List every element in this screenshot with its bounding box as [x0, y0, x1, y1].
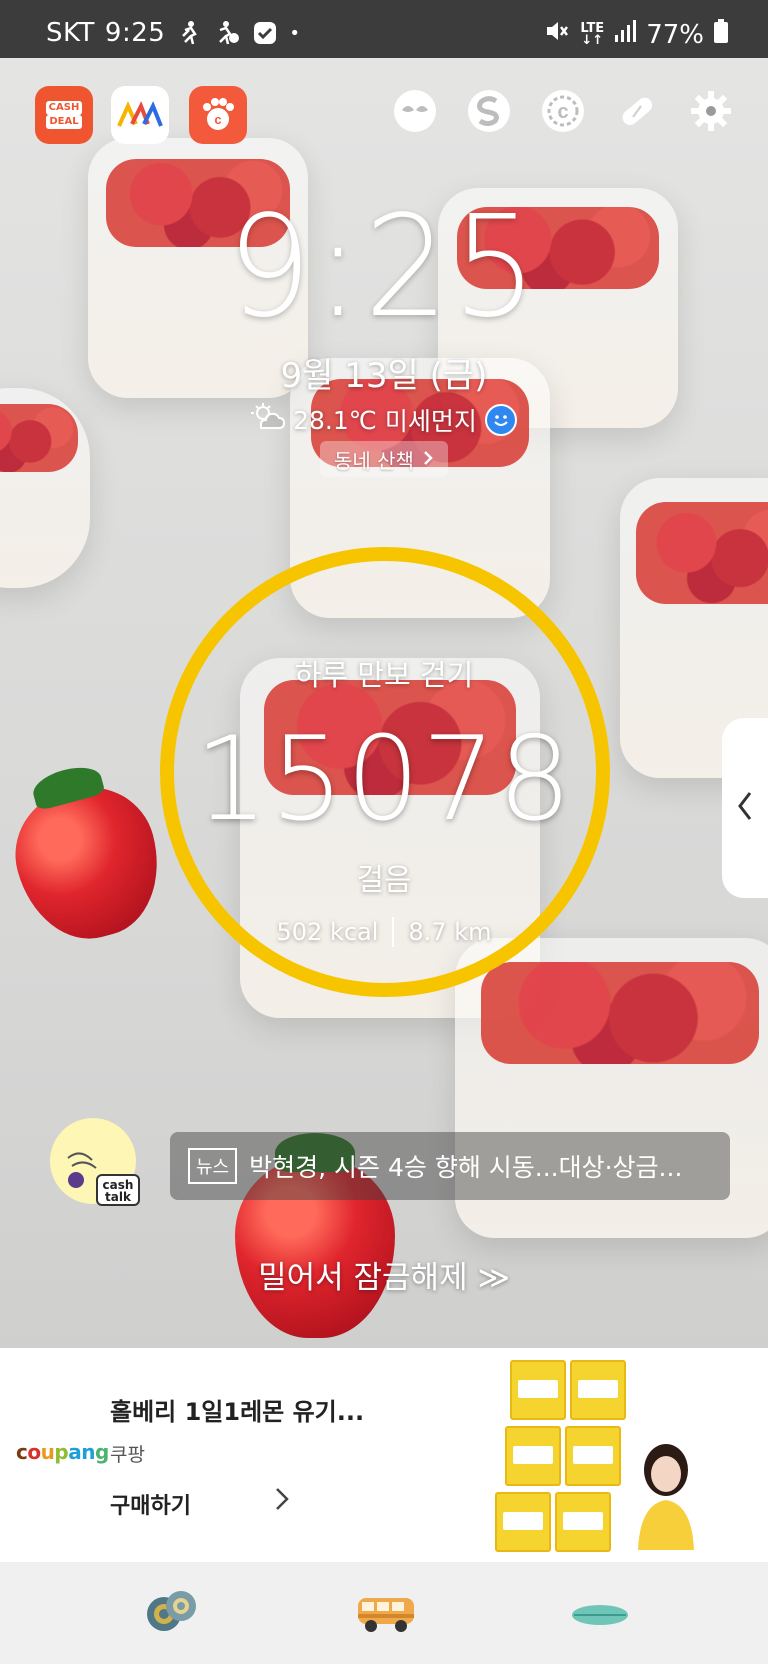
signal-icon [614, 19, 637, 50]
partly-cloudy-icon [251, 403, 286, 437]
cashtalk-button[interactable]: cash talk [50, 1118, 140, 1206]
battery-percent: 77% [646, 19, 704, 50]
s-logo-icon[interactable] [466, 88, 512, 134]
gear-icon[interactable] [688, 88, 734, 134]
news-badge: 뉴스 [188, 1148, 238, 1184]
svg-text:c: c [557, 101, 568, 123]
swipe-to-unlock-hint[interactable]: 밀어서 잠금해제 ≫ [0, 1252, 768, 1297]
dot-icon: • [289, 22, 301, 44]
weather-widget[interactable]: 28.1℃ 미세먼지 [0, 402, 768, 438]
news-headline: 박현경, 시즌 4승 향해 시동...대상·상금... [249, 1153, 683, 1182]
walk-chip-label: 동네 산책 [334, 448, 414, 473]
carrier-label: SKT [46, 18, 95, 48]
news-ticker[interactable]: 뉴스 박현경, 시즌 4승 향해 시동...대상·상금... [170, 1132, 730, 1200]
van-icon[interactable] [356, 1594, 416, 1638]
c-coin-icon[interactable]: c [540, 88, 586, 134]
surfboard-icon[interactable] [570, 1600, 630, 1634]
runner-icon [175, 19, 203, 47]
battery-icon [714, 19, 728, 50]
lockscreen-clock: 9:25 [227, 186, 541, 349]
buy-button[interactable]: 구매하기 [110, 1488, 191, 1520]
distance-value: 8.7 km [408, 918, 492, 946]
step-count: 15078 [194, 712, 574, 847]
cashtalk-tag: cash talk [96, 1174, 140, 1206]
coins-icon[interactable] [144, 1588, 200, 1638]
mute-icon [544, 18, 570, 51]
pill-icon[interactable] [614, 88, 660, 134]
chevron-right-icon [422, 447, 434, 471]
ad-title[interactable]: 홀베리 1일1레몬 유기... [110, 1392, 364, 1427]
coupang-logo: coupang [16, 1440, 109, 1464]
status-time: 9:25 [104, 18, 166, 48]
step-unit: 걸음 [356, 863, 412, 898]
lte-icon: LTE ↓↑ [580, 20, 605, 48]
model-photo [630, 1440, 702, 1550]
status-bar: SKT 9:25 • LTE ↓↑ 77% [0, 0, 768, 58]
svg-text:c: c [214, 112, 221, 127]
dust-label: 미세먼지 [384, 407, 477, 436]
edge-panel-handle[interactable] [722, 718, 768, 898]
chevron-right-icon[interactable] [274, 1486, 290, 1516]
cashdeal-app[interactable]: CASH DEAL [35, 86, 93, 144]
stats-divider [392, 917, 395, 947]
step-stats: 502 kcal 8.7 km [0, 917, 768, 947]
mask-icon[interactable] [392, 88, 438, 134]
lockscreen-date: 9월 13일 (금) [280, 356, 488, 396]
kcal-value: 502 kcal [276, 918, 379, 946]
step-challenge-title: 하루 만보 걷기 [294, 658, 474, 692]
shield-check-icon [251, 19, 279, 47]
cash-runner-icon [213, 19, 241, 47]
smiley-icon [484, 404, 517, 436]
chevron-left-icon [736, 790, 754, 826]
ad-seller: 쿠팡 [110, 1444, 145, 1466]
paw-app[interactable]: c [189, 86, 247, 144]
mmm-app[interactable] [111, 86, 169, 144]
walk-chip[interactable]: 동네 산책 [320, 441, 448, 477]
weather-temp: 28.1℃ [293, 405, 377, 435]
